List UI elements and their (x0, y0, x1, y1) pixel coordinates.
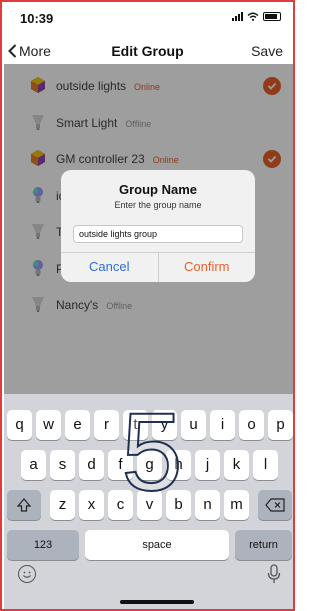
group-name-input[interactable] (73, 225, 243, 243)
key-o[interactable]: o (239, 410, 264, 440)
key-m[interactable]: m (224, 490, 249, 520)
numbers-key[interactable]: 123 (7, 530, 79, 560)
dialog-buttons: Cancel Confirm (61, 252, 255, 282)
home-indicator (120, 600, 194, 604)
phone-screen: 10:39 More Edit Group Save outside light… (0, 0, 295, 611)
wifi-icon (247, 12, 259, 21)
delete-key[interactable] (258, 490, 292, 520)
key-s[interactable]: s (50, 450, 75, 480)
confirm-button[interactable]: Confirm (157, 253, 256, 282)
key-e[interactable]: e (65, 410, 90, 440)
key-x[interactable]: x (79, 490, 104, 520)
battery-icon (263, 12, 281, 21)
signal-icon (232, 12, 243, 21)
dialog-title: Group Name (118, 182, 197, 197)
key-n[interactable]: n (195, 490, 220, 520)
cancel-button[interactable]: Cancel (61, 253, 158, 282)
shift-key[interactable] (7, 490, 41, 520)
step-number-overlay: 5 (120, 400, 183, 500)
status-time: 10:39 (20, 11, 54, 26)
status-bar: 10:39 (2, 2, 293, 32)
key-q[interactable]: q (7, 410, 32, 440)
key-l[interactable]: l (253, 450, 278, 480)
key-w[interactable]: w (36, 410, 61, 440)
microphone-icon[interactable] (267, 564, 281, 584)
backspace-icon (265, 498, 285, 512)
dialog-subtitle: Enter the group name (114, 200, 202, 210)
key-p[interactable]: p (268, 410, 293, 440)
return-key[interactable]: return (235, 530, 292, 560)
space-key[interactable]: space (85, 530, 229, 560)
step-number: 5 (121, 400, 182, 500)
save-button[interactable]: Save (251, 43, 283, 59)
key-d[interactable]: d (79, 450, 104, 480)
page-title: Edit Group (111, 43, 184, 59)
shift-icon (16, 498, 32, 512)
key-a[interactable]: a (21, 450, 46, 480)
key-k[interactable]: k (224, 450, 249, 480)
group-name-dialog: Group Name Enter the group name Cancel C… (61, 170, 255, 282)
emoji-icon[interactable] (18, 565, 36, 583)
key-z[interactable]: z (50, 490, 75, 520)
key-j[interactable]: j (195, 450, 220, 480)
key-i[interactable]: i (210, 410, 235, 440)
status-icons (232, 12, 281, 21)
nav-bar: More Edit Group Save (2, 38, 293, 64)
